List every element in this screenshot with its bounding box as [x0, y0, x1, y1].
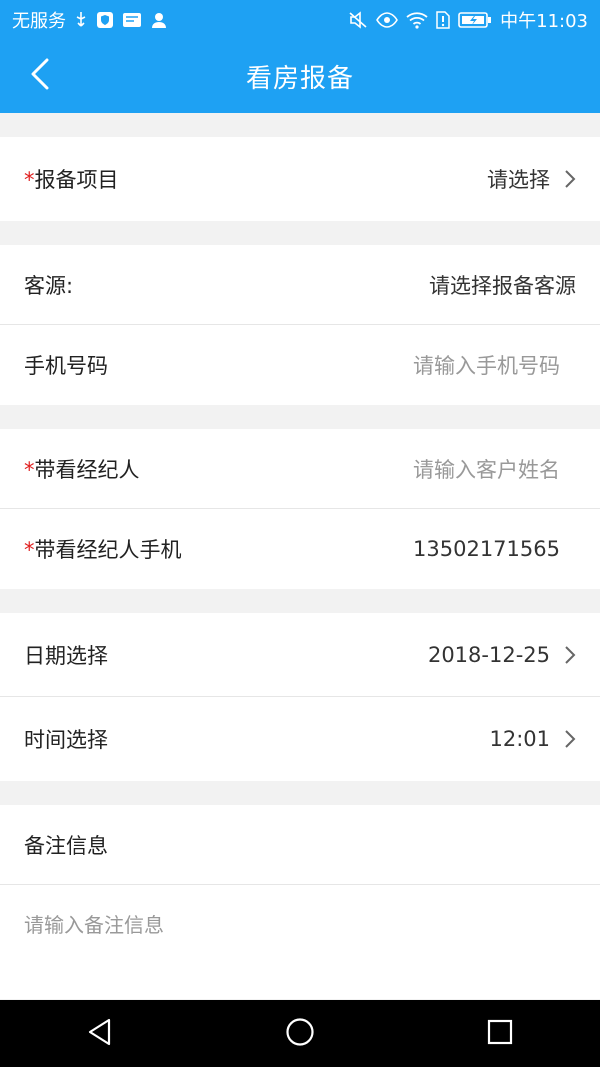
carrier-text: 无服务: [12, 11, 66, 32]
chevron-right-icon: [564, 729, 576, 749]
phone-label: 手机号码: [24, 354, 108, 378]
mute-icon: [348, 11, 368, 29]
nav-recents-button[interactable]: [470, 1004, 530, 1064]
customer-value: 请选择报备客源: [429, 273, 576, 298]
memo-textarea[interactable]: 请输入备注信息: [0, 885, 600, 999]
chevron-right-icon: [564, 645, 576, 665]
project-label: *报备项目: [24, 164, 119, 194]
system-nav-bar: [0, 1000, 600, 1067]
time-value: 12:01: [489, 727, 576, 751]
chevron-right-icon: [564, 169, 576, 189]
project-value: 请选择: [487, 164, 576, 194]
usb-icon: [74, 11, 88, 29]
eye-icon: [376, 12, 399, 28]
time-value-text: 12:01: [489, 727, 550, 751]
required-mark: *: [24, 168, 35, 192]
hms-icon: [122, 11, 142, 29]
circle-home-icon: [285, 1017, 315, 1051]
date-value: 2018-12-25: [428, 643, 576, 667]
agent-phone-row: *带看经纪人手机 13502171565: [0, 509, 600, 589]
time-label: 时间选择: [24, 728, 108, 752]
person-icon: [150, 11, 168, 29]
page-title: 看房报备: [245, 64, 354, 94]
agent-phone-label-text: 带看经纪人手机: [34, 538, 182, 562]
status-bar-right: 中午11:03: [348, 7, 588, 33]
phone-row: 手机号码 请输入手机号码: [0, 325, 600, 405]
date-value-text: 2018-12-25: [427, 642, 550, 667]
time-select-row[interactable]: 时间选择 12:01: [0, 697, 600, 781]
memo-label: 备注信息: [24, 833, 108, 858]
required-mark: *: [24, 457, 35, 482]
project-select-row[interactable]: *报备项目 请选择: [0, 137, 600, 221]
phone-input[interactable]: 请输入手机号码: [413, 350, 576, 380]
triangle-back-icon: [87, 1018, 113, 1050]
memo-header-row: 备注信息: [0, 805, 600, 885]
wifi-icon: [406, 11, 428, 29]
form-content: *报备项目 请选择 客源: 请选择报备客源 手机号码 请输入手机号码 *带看经纪…: [0, 113, 600, 999]
nav-home-button[interactable]: [270, 1004, 330, 1064]
sim-alert-icon: [436, 11, 450, 29]
clock-text: 中午11:03: [500, 11, 588, 32]
customer-label: 客源:: [24, 273, 74, 298]
nav-back-button[interactable]: [70, 1004, 130, 1064]
battery-icon: [458, 11, 492, 29]
agent-phone-label: *带看经纪人手机: [24, 534, 182, 564]
required-mark: *: [24, 538, 35, 562]
agent-label: *带看经纪人: [24, 454, 140, 484]
date-label: 日期选择: [24, 643, 108, 668]
customer-select-row[interactable]: 客源: 请选择报备客源: [0, 245, 600, 325]
date-select-row[interactable]: 日期选择 2018-12-25: [0, 613, 600, 697]
project-label-text: 报备项目: [34, 168, 119, 192]
status-bar: 无服务 中午11:03: [0, 0, 600, 40]
agent-phone-input[interactable]: 13502171565: [413, 537, 576, 561]
app-bar: 看房报备: [0, 40, 600, 113]
back-button[interactable]: [18, 54, 62, 98]
square-recents-icon: [487, 1019, 513, 1049]
project-value-text: 请选择: [487, 168, 550, 192]
agent-row: *带看经纪人 请输入客户姓名: [0, 429, 600, 509]
shield-icon: [96, 11, 114, 29]
status-bar-left: 无服务: [12, 7, 168, 33]
chevron-left-icon: [30, 58, 50, 94]
agent-label-text: 带看经纪人: [34, 457, 140, 482]
agent-name-input[interactable]: 请输入客户姓名: [413, 454, 576, 484]
